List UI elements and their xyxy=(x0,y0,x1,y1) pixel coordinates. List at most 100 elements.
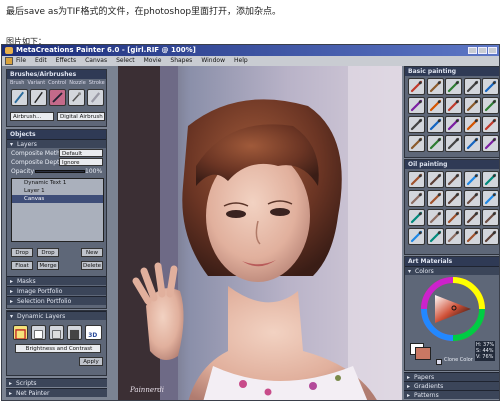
brush-variant-button[interactable] xyxy=(445,171,462,188)
tab-control[interactable]: Control xyxy=(48,79,66,87)
tab-stroke[interactable]: Stroke xyxy=(89,79,105,87)
brush-variant-button[interactable] xyxy=(482,171,499,188)
drop-all-button[interactable]: Drop xyxy=(37,248,59,257)
brush-variant-button[interactable] xyxy=(408,190,425,207)
brush-variant-button[interactable] xyxy=(426,97,444,114)
brush-variant-button[interactable] xyxy=(408,78,425,95)
brush-variant-button[interactable] xyxy=(463,135,481,152)
menu-file[interactable]: File xyxy=(16,56,26,66)
brush-variant-select[interactable]: Digital Airbrush xyxy=(57,112,105,121)
layer-item[interactable]: Dynamic Text 1 xyxy=(12,179,103,187)
brush-category-select[interactable]: Airbrush... xyxy=(10,112,54,121)
tab-variant[interactable]: Variant xyxy=(27,79,45,87)
composite-method-select[interactable]: Default xyxy=(59,149,103,157)
brush-variant-button[interactable] xyxy=(408,171,425,188)
dynamic-liquid-icon[interactable] xyxy=(49,325,64,340)
brush-variant-button[interactable] xyxy=(408,135,425,152)
brush-variant-button[interactable] xyxy=(482,209,499,226)
brush-variant-button[interactable] xyxy=(426,78,444,95)
selection-portfolio-section[interactable]: Selection Portfolio xyxy=(7,296,106,306)
layer-item[interactable]: Layer 1 xyxy=(12,187,103,195)
brush-variant-button[interactable] xyxy=(482,135,499,152)
brush-variant-button[interactable] xyxy=(463,97,481,114)
scripts-section[interactable]: Scripts xyxy=(6,378,107,388)
brush-variant-button[interactable] xyxy=(426,171,444,188)
close-button[interactable] xyxy=(488,47,497,54)
brush-variant-button[interactable] xyxy=(463,228,481,245)
layers-section-header[interactable]: Layers xyxy=(7,139,106,149)
brush-variant-button[interactable] xyxy=(445,209,462,226)
brush-variant-button[interactable] xyxy=(482,97,499,114)
menu-edit[interactable]: Edit xyxy=(35,56,47,66)
float-button[interactable]: Float xyxy=(11,261,33,270)
brush-variant-button[interactable] xyxy=(482,228,499,245)
masks-section[interactable]: Masks xyxy=(7,276,106,286)
brush-variant-button[interactable] xyxy=(408,228,425,245)
apply-button[interactable]: Apply xyxy=(79,357,103,366)
brush-airbrush-tool[interactable] xyxy=(68,89,85,106)
brush-variant-button[interactable] xyxy=(463,116,481,133)
drop-button[interactable]: Drop xyxy=(11,248,33,257)
new-layer-button[interactable]: New xyxy=(81,248,103,257)
brush-variant-button[interactable] xyxy=(463,171,481,188)
brush-variant-button[interactable] xyxy=(445,78,462,95)
menu-canvas[interactable]: Canvas xyxy=(85,56,107,66)
dynamic-text-icon[interactable] xyxy=(31,325,46,340)
brush-variant-button[interactable] xyxy=(445,97,462,114)
minimize-button[interactable] xyxy=(468,47,477,54)
brush-variant-button[interactable] xyxy=(426,190,444,207)
tab-brush[interactable]: Brush xyxy=(10,79,24,87)
papers-section[interactable]: Papers xyxy=(404,372,499,382)
opacity-slider[interactable] xyxy=(35,170,85,173)
merge-button[interactable]: Merge xyxy=(37,261,59,270)
menu-window[interactable]: Window xyxy=(201,56,225,66)
gradients-section[interactable]: Gradients xyxy=(404,381,499,391)
color-wheel[interactable] xyxy=(421,277,485,341)
dynamic-plugin-icon[interactable] xyxy=(13,325,28,340)
document-icon xyxy=(5,57,13,65)
brush-variant-button[interactable] xyxy=(463,209,481,226)
brush-variant-button[interactable] xyxy=(426,209,444,226)
image-portfolio-section[interactable]: Image Portfolio xyxy=(7,286,106,296)
app-icon xyxy=(5,47,13,54)
clone-color-checkbox[interactable] xyxy=(436,359,442,365)
menu-movie[interactable]: Movie xyxy=(144,56,162,66)
primary-color-swatch[interactable] xyxy=(415,347,431,360)
dynamic-3d-icon[interactable]: 3D xyxy=(85,325,102,340)
brush-eraser-tool[interactable] xyxy=(49,89,66,106)
brush-variant-button[interactable] xyxy=(445,190,462,207)
brush-variant-button[interactable] xyxy=(482,78,499,95)
brush-variant-button[interactable] xyxy=(482,116,499,133)
menu-shapes[interactable]: Shapes xyxy=(170,56,192,66)
brush-variant-button[interactable] xyxy=(408,116,425,133)
menu-effects[interactable]: Effects xyxy=(56,56,76,66)
brush-chalk-tool[interactable] xyxy=(87,89,104,106)
brush-variant-button[interactable] xyxy=(482,190,499,207)
net-painter-section[interactable]: Net Painter xyxy=(6,388,107,398)
brush-pen-tool[interactable] xyxy=(30,89,47,106)
menu-select[interactable]: Select xyxy=(116,56,135,66)
brush-variant-button[interactable] xyxy=(463,190,481,207)
composite-depth-select[interactable]: Ignore xyxy=(59,158,103,166)
brush-variant-button[interactable] xyxy=(445,135,462,152)
dynamic-bevel-icon[interactable] xyxy=(67,325,82,340)
brush-variant-button[interactable] xyxy=(445,228,462,245)
painting-canvas[interactable]: Painnerdi xyxy=(118,66,402,400)
patterns-section[interactable]: Patterns xyxy=(404,390,499,400)
brush-pencil-tool[interactable] xyxy=(11,89,28,106)
brush-variant-button[interactable] xyxy=(426,228,444,245)
dynamic-layer-select[interactable]: Brightness and Contrast xyxy=(15,344,101,353)
colors-section-header[interactable]: Colors xyxy=(405,266,499,276)
brush-variant-button[interactable] xyxy=(426,135,444,152)
menu-help[interactable]: Help xyxy=(234,56,248,66)
brush-variant-button[interactable] xyxy=(463,78,481,95)
brush-variant-button[interactable] xyxy=(445,116,462,133)
tab-nozzle[interactable]: Nozzle xyxy=(69,79,86,87)
brush-variant-button[interactable] xyxy=(408,97,425,114)
brush-variant-button[interactable] xyxy=(426,116,444,133)
brush-variant-button[interactable] xyxy=(408,209,425,226)
dynamic-layers-header[interactable]: Dynamic Layers xyxy=(7,311,106,321)
delete-layer-button[interactable]: Delete xyxy=(81,261,103,270)
layer-item[interactable]: Canvas xyxy=(12,195,103,203)
maximize-button[interactable] xyxy=(478,47,487,54)
